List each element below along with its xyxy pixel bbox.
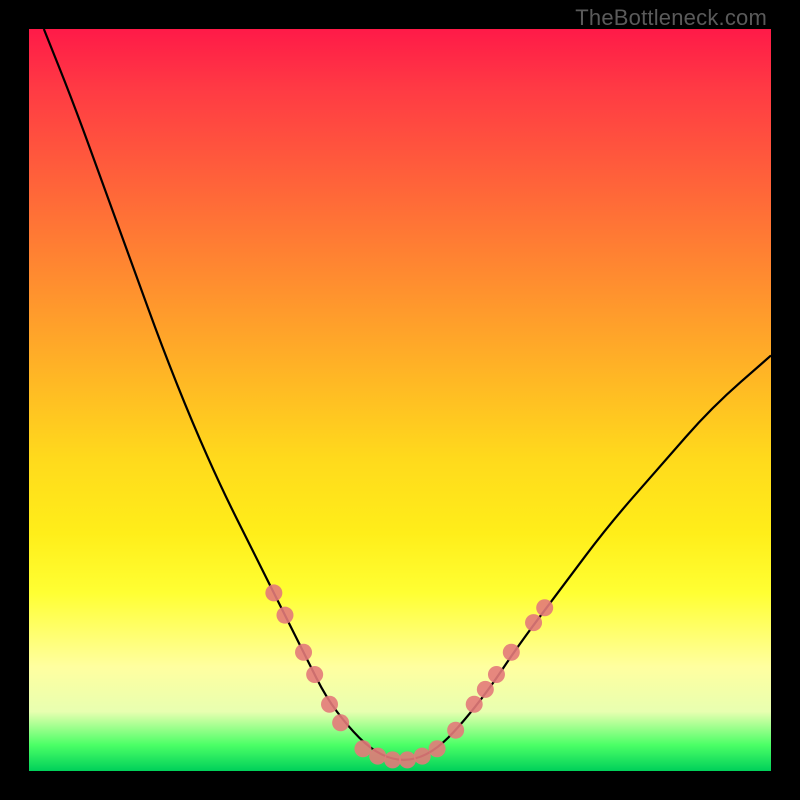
bottleneck-curve <box>44 29 771 760</box>
curve-marker <box>429 740 446 757</box>
watermark-text: TheBottleneck.com <box>575 5 767 31</box>
curve-marker <box>447 722 464 739</box>
curve-marker <box>414 748 431 765</box>
curve-marker <box>503 644 520 661</box>
curve-marker <box>295 644 312 661</box>
curve-marker <box>306 666 323 683</box>
curve-marker <box>369 748 386 765</box>
curve-marker <box>477 681 494 698</box>
curve-marker <box>265 584 282 601</box>
curve-marker <box>536 599 553 616</box>
curve-marker <box>276 607 293 624</box>
plot-area <box>29 29 771 771</box>
curve-markers <box>265 584 553 768</box>
chart-frame: TheBottleneck.com <box>0 0 800 800</box>
curve-marker <box>399 751 416 768</box>
bottleneck-curve-svg <box>29 29 771 771</box>
curve-marker <box>384 751 401 768</box>
curve-marker <box>525 614 542 631</box>
curve-marker <box>321 696 338 713</box>
curve-marker <box>354 740 371 757</box>
curve-marker <box>466 696 483 713</box>
curve-marker <box>488 666 505 683</box>
curve-marker <box>332 714 349 731</box>
